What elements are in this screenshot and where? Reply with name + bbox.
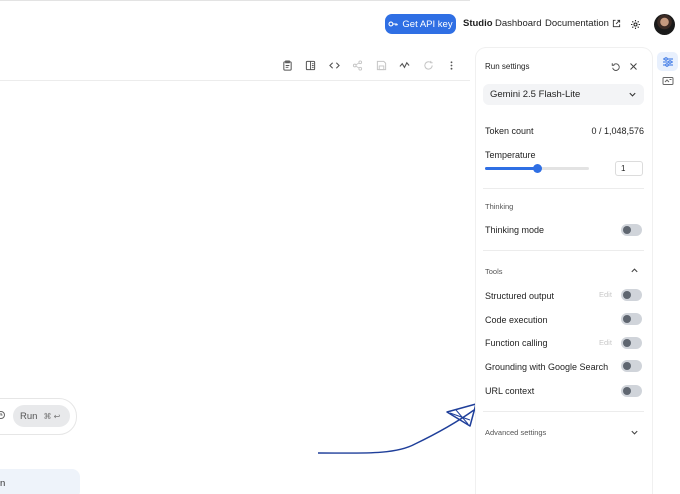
structured-output-edit[interactable]: Edit <box>599 290 612 299</box>
function-calling-label: Function calling <box>485 338 548 348</box>
structured-output-label: Structured output <box>485 291 555 301</box>
advanced-settings-label[interactable]: Advanced settings <box>485 428 546 437</box>
thinking-section-label: Thinking <box>485 202 514 211</box>
temperature-slider[interactable] <box>485 164 589 174</box>
code-execution-toggle[interactable] <box>621 313 642 325</box>
divider <box>483 188 644 189</box>
external-link-icon <box>612 19 621 28</box>
clipboard-icon[interactable] <box>281 59 294 72</box>
key-icon <box>388 21 399 27</box>
structured-output-toggle[interactable] <box>621 289 642 301</box>
media-icon[interactable] <box>662 75 674 87</box>
grounding-label: Grounding with Google Search <box>485 362 609 372</box>
temperature-label: Temperature <box>485 150 536 160</box>
run-label: Run <box>20 410 38 422</box>
top-divider <box>0 0 470 1</box>
model-name: Gemini 2.5 Flash-Lite <box>490 89 581 100</box>
thinking-mode-label: Thinking mode <box>485 225 545 235</box>
get-api-key-label: Get API key <box>402 18 453 30</box>
function-calling-edit[interactable]: Edit <box>599 338 612 347</box>
more-icon[interactable] <box>445 59 458 72</box>
save-icon[interactable] <box>375 59 388 72</box>
temperature-input[interactable]: 1 <box>615 161 643 176</box>
code-icon[interactable] <box>328 59 341 72</box>
settings-gear-icon[interactable] <box>627 16 643 32</box>
reset-icon[interactable] <box>610 61 621 72</box>
code-execution-label: Code execution <box>485 315 548 325</box>
url-context-label: URL context <box>485 386 535 396</box>
share-icon[interactable] <box>351 59 364 72</box>
nav-dashboard[interactable]: Dashboard <box>495 18 541 29</box>
token-count-label: Token count <box>485 126 534 136</box>
function-calling-toggle[interactable] <box>621 337 642 349</box>
divider <box>483 411 644 412</box>
chevron-down-icon <box>629 92 636 97</box>
nav-documentation-label: Documentation <box>545 18 609 29</box>
slider-thumb[interactable] <box>532 164 542 173</box>
timer-icon[interactable] <box>0 410 6 420</box>
message-text: n <box>0 478 6 489</box>
branch-icon[interactable] <box>398 59 411 72</box>
divider <box>483 250 644 251</box>
nav-documentation[interactable]: Documentation <box>545 18 621 29</box>
grounding-toggle[interactable] <box>621 360 642 372</box>
get-api-key-button[interactable]: Get API key <box>385 14 456 34</box>
compare-icon[interactable] <box>304 59 317 72</box>
chevron-up-icon[interactable] <box>630 266 639 275</box>
run-button[interactable]: Run ⌘ ↩ <box>13 405 70 427</box>
nav-studio[interactable]: Studio <box>463 18 493 29</box>
close-icon[interactable] <box>628 61 639 72</box>
model-select[interactable]: Gemini 2.5 Flash-Lite <box>483 84 644 105</box>
tools-section-label: Tools <box>485 267 503 276</box>
slider-fill <box>485 167 537 170</box>
message-card[interactable] <box>0 469 80 494</box>
chevron-down-icon[interactable] <box>630 428 639 437</box>
top-bar: Get API key Studio Dashboard Documentati… <box>0 0 680 48</box>
toolbar-divider <box>0 80 470 81</box>
run-settings-title: Run settings <box>485 62 530 71</box>
thinking-mode-toggle[interactable] <box>621 224 642 236</box>
token-count-value: 0 / 1,048,576 <box>591 126 644 136</box>
refresh-icon[interactable] <box>422 59 435 72</box>
user-avatar[interactable] <box>654 14 675 35</box>
run-shortcut: ⌘ ↩ <box>43 411 61 421</box>
tune-icon[interactable] <box>662 56 674 68</box>
url-context-toggle[interactable] <box>621 385 642 397</box>
